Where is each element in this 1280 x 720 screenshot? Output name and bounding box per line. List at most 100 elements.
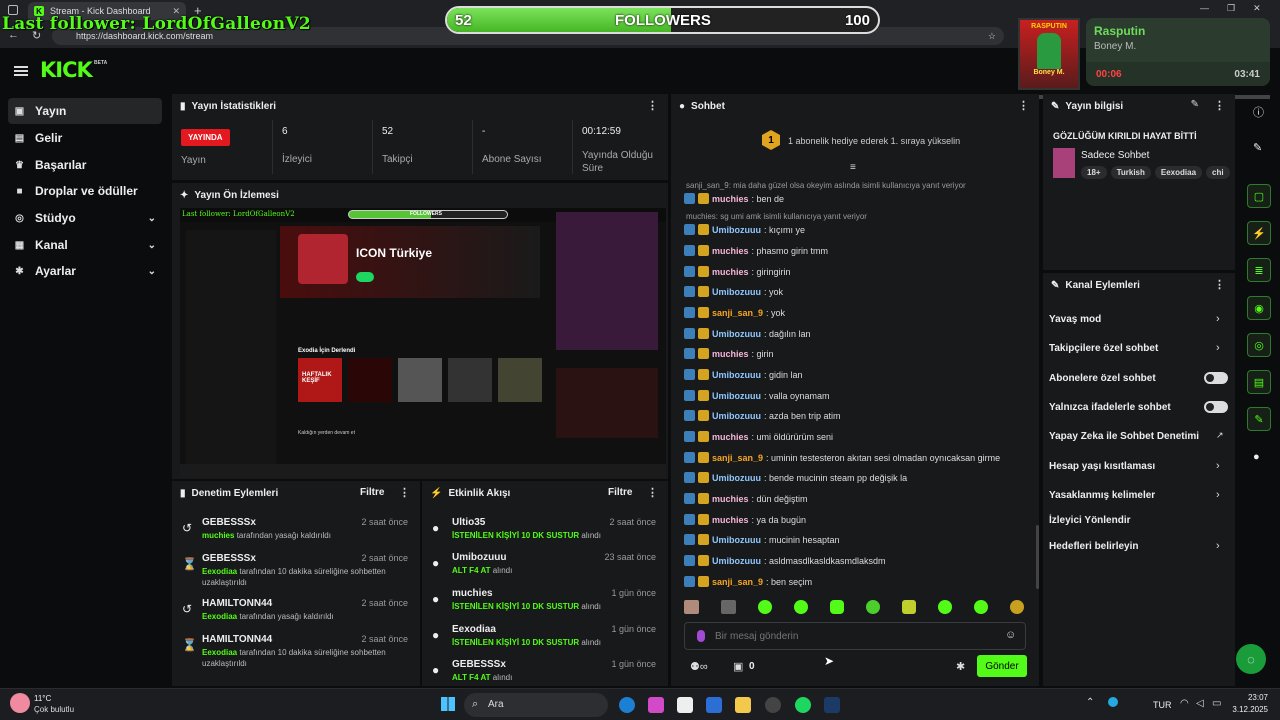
tag[interactable]: chi	[1206, 166, 1230, 179]
chat-username[interactable]: muchies	[712, 194, 749, 204]
sidebar-item-stream[interactable]: ▣ Yayın	[8, 98, 162, 124]
sidebar-item-revenue[interactable]: ▤ Gelir	[8, 125, 162, 151]
send-button[interactable]: Gönder	[977, 655, 1027, 677]
windows-start-icon[interactable]	[441, 697, 455, 711]
action-raid[interactable]: İzleyici Yönlendir	[1049, 515, 1131, 526]
sidebar-item-settings[interactable]: ✱ Ayarlar ⌄	[8, 258, 162, 284]
more-menu-icon[interactable]: ⋮	[1214, 278, 1225, 291]
emote-icon[interactable]	[794, 600, 808, 614]
chat-username[interactable]: muchies	[712, 432, 749, 442]
action-set-goals[interactable]: Hedefleri belirleyin	[1049, 541, 1138, 552]
chat-username[interactable]: sanji_san_9	[712, 577, 763, 587]
more-menu-icon[interactable]: ⋮	[399, 486, 410, 499]
action-emotes-only[interactable]: Yalnızca ifadelerle sohbet	[1049, 402, 1171, 413]
support-icon[interactable]: ◌	[1236, 644, 1266, 674]
volume-icon[interactable]: ◁	[1196, 698, 1204, 709]
emote-icon[interactable]	[758, 600, 772, 614]
more-menu-icon[interactable]: ⋮	[1214, 99, 1225, 112]
clock-date[interactable]: 3.12.2025	[1222, 705, 1268, 714]
spotify-icon[interactable]	[795, 697, 811, 713]
action-subscribers-only[interactable]: Abonelere özel sohbet	[1049, 373, 1156, 384]
chevron-right-icon[interactable]: ›	[1216, 540, 1220, 552]
clock-time[interactable]: 23:07	[1228, 693, 1268, 702]
sidebar-item-drops[interactable]: ■ Droplar ve ödüller	[8, 178, 162, 204]
wrench-icon[interactable]: ✎	[1247, 407, 1271, 431]
server-icon[interactable]: ▤	[1247, 370, 1271, 394]
battery-icon[interactable]: ▭	[1212, 698, 1221, 709]
sidebar-item-channel[interactable]: ▦ Kanal ⌄	[8, 232, 162, 258]
chevron-right-icon[interactable]: ›	[1216, 460, 1220, 472]
stream-preview-video[interactable]: Last follower: LordOfGalleonV2 FOLLOWERS…	[180, 208, 666, 478]
weather-temp[interactable]: 11°C	[34, 694, 51, 703]
action-banned-words[interactable]: Yasaklanmış kelimeler	[1049, 490, 1155, 501]
sidebar-item-studio[interactable]: ◎ Stüdyo ⌄	[8, 205, 162, 231]
emote-icon[interactable]	[684, 600, 699, 614]
chat-username[interactable]: Umibozuuu	[712, 391, 761, 401]
chat-username[interactable]: Umibozuuu	[712, 535, 761, 545]
activity-filter-button[interactable]: Filtre	[608, 487, 632, 498]
more-menu-icon[interactable]: ⋮	[647, 486, 658, 499]
copilot-icon[interactable]	[648, 697, 664, 713]
emote-icon[interactable]	[830, 600, 844, 614]
taskbar-search[interactable]: ⌕ Ara	[464, 693, 608, 717]
action-account-age[interactable]: Hesap yaşı kısıtlaması	[1049, 461, 1155, 472]
edit-icon[interactable]: ✎	[1191, 99, 1199, 110]
emote-icon[interactable]	[721, 600, 736, 614]
sidebar-item-achievements[interactable]: ♛ Başarılar	[8, 152, 162, 178]
list-icon[interactable]: ≣	[1247, 258, 1271, 282]
tag[interactable]: Turkish	[1110, 166, 1151, 179]
pencil-icon[interactable]: ✎	[1253, 141, 1262, 154]
gift-box-icon[interactable]: ▣	[733, 660, 743, 673]
chevron-right-icon[interactable]: ›	[1216, 489, 1220, 501]
obs-icon[interactable]	[765, 697, 781, 713]
chat-scrollbar[interactable]	[1036, 525, 1039, 589]
chat-username[interactable]: muchies	[712, 494, 749, 504]
weather-icon[interactable]	[10, 693, 30, 713]
pinned-gift-banner[interactable]: 1 abonelik hediye ederek 1. sıraya yükse…	[788, 136, 960, 146]
close-window-icon[interactable]: ✕	[1253, 3, 1261, 14]
external-link-icon[interactable]: ↗	[1216, 430, 1224, 441]
store-icon[interactable]	[677, 697, 693, 713]
chat-icon[interactable]: ◉	[1247, 296, 1271, 320]
more-menu-icon[interactable]: ⋮	[647, 99, 658, 112]
emote-icon[interactable]	[902, 600, 916, 614]
steam-icon[interactable]	[824, 697, 840, 713]
language-indicator[interactable]: TUR	[1153, 700, 1172, 710]
chat-username[interactable]: muchies	[712, 267, 749, 277]
action-followers-only[interactable]: Takipçilere özel sohbet	[1049, 343, 1158, 354]
mic-icon[interactable]	[697, 630, 705, 642]
tray-chevron-icon[interactable]: ⌃	[1086, 697, 1094, 708]
weather-desc[interactable]: Çok bulutlu	[34, 705, 74, 714]
broadcast-icon[interactable]: ◎	[1247, 333, 1271, 357]
lightning-icon[interactable]: ⚡	[1247, 221, 1271, 245]
kick-logo[interactable]: KICK	[40, 58, 93, 82]
minimize-icon[interactable]: —	[1200, 3, 1209, 14]
emote-icon[interactable]	[866, 600, 880, 614]
tag[interactable]: Eexodiaa	[1154, 166, 1203, 179]
moderation-filter-button[interactable]: Filtre	[360, 487, 384, 498]
mail-icon[interactable]	[706, 697, 722, 713]
chat-username[interactable]: muchies	[712, 246, 749, 256]
action-slow-mode[interactable]: Yavaş mod	[1049, 314, 1101, 325]
tag[interactable]: 18+	[1081, 166, 1107, 179]
chat-username[interactable]: sanji_san_9	[712, 453, 763, 463]
emote-icon[interactable]	[974, 600, 988, 614]
tray-app-icon[interactable]	[1108, 697, 1118, 707]
chevron-right-icon[interactable]: ›	[1216, 313, 1220, 325]
emote-icon[interactable]	[938, 600, 952, 614]
chat-settings-icon[interactable]: ✱	[956, 660, 965, 673]
collapse-icon[interactable]: ≡	[850, 162, 856, 173]
emote-icon[interactable]	[1010, 600, 1024, 614]
action-ai-moderation[interactable]: Yapay Zeka ile Sohbet Denetimi	[1049, 431, 1199, 442]
chat-username[interactable]: Umibozuuu	[712, 287, 761, 297]
chat-username[interactable]: muchies	[712, 515, 749, 525]
chat-username[interactable]: Umibozuuu	[712, 411, 761, 421]
emoji-icon[interactable]: ☺	[1005, 629, 1016, 641]
chat-username[interactable]: sanji_san_9	[712, 308, 763, 318]
info-icon[interactable]: ⓘ	[1253, 104, 1264, 120]
chat-username[interactable]: Umibozuuu	[712, 556, 761, 566]
scan-icon[interactable]: ▢	[1247, 184, 1271, 208]
edge-icon[interactable]	[619, 697, 635, 713]
wifi-icon[interactable]: ◠	[1180, 698, 1189, 709]
points-icon[interactable]: ●	[1253, 451, 1260, 463]
